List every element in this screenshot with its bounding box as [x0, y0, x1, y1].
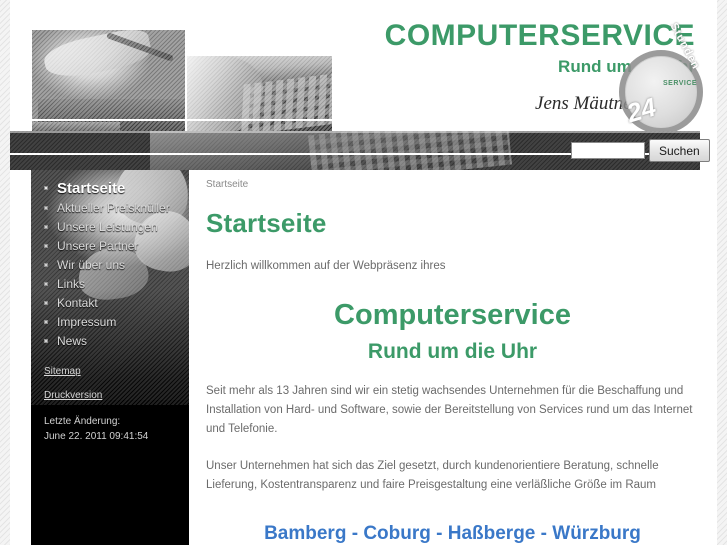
sidebar-item-label[interactable]: Unsere Partner	[31, 237, 189, 256]
bullet-icon	[44, 244, 48, 248]
sidebar-item-label[interactable]: Unsere Leistungen	[31, 218, 189, 237]
brand-tagline: Rund um die Uhr	[558, 57, 695, 76]
bullet-icon	[44, 263, 48, 267]
bullet-icon	[44, 301, 48, 305]
paragraph-company-history: Seit mehr als 13 Jahren sind wir ein ste…	[206, 385, 693, 436]
sidebar-item-wir-ueber-uns[interactable]: Wir über uns	[31, 256, 189, 275]
header-photo-strip	[32, 122, 120, 131]
main-navigation: Startseite Aktueller Preisknüller Unsere…	[31, 170, 189, 351]
last-changed-block: Letzte Änderung: June 22. 2011 09:41:54	[31, 414, 189, 444]
sidebar-utility-links: Sitemap Druckversion	[31, 366, 189, 401]
sidebar-item-label[interactable]: Kontakt	[31, 294, 189, 313]
sidebar-item-label[interactable]: Aktueller Preisknüller	[31, 199, 189, 218]
sidebar-item-label[interactable]: Wir über uns	[31, 256, 189, 275]
breadcrumb: Startseite	[206, 179, 249, 190]
sidebar-item-kontakt[interactable]: Kontakt	[31, 294, 189, 313]
bullet-icon	[44, 282, 48, 286]
intro-text: Herzlich willkommen auf der Webpräsenz i…	[206, 260, 446, 272]
page-container: COMPUTERSERVICE Rund um die Uhr Jens Mäu…	[10, 0, 717, 545]
site-header: COMPUTERSERVICE Rund um die Uhr Jens Mäu…	[10, 0, 717, 131]
header-divider-horizontal-2	[186, 54, 334, 56]
sidebar-item-links[interactable]: Links	[31, 275, 189, 294]
paragraph-company-goal: Unser Unternehmen hat sich das Ziel gese…	[206, 460, 659, 492]
bullet-icon	[44, 320, 48, 324]
bullet-icon	[44, 225, 48, 229]
sidebar-item-news[interactable]: News	[31, 332, 189, 351]
sidebar-item-impressum[interactable]: Impressum	[31, 313, 189, 332]
main-content: Startseite Startseite Herzlich willkomme…	[199, 170, 717, 545]
search-bar-top-rule	[10, 131, 700, 133]
bullet-icon	[44, 186, 48, 190]
search-button[interactable]: Suchen	[649, 139, 710, 162]
search-input[interactable]	[571, 142, 645, 159]
header-divider-horizontal	[32, 119, 334, 121]
sidebar: Startseite Aktueller Preisknüller Unsere…	[31, 170, 189, 545]
owner-name: Jens Mäutner	[535, 93, 639, 114]
brand-wordmark: COMPUTERSERVICE Rund um die Uhr Jens Mäu…	[384, 19, 695, 114]
service-regions: Bamberg - Coburg - Haßberge - Würzburg	[264, 523, 641, 545]
sidebar-item-label[interactable]: News	[31, 332, 189, 351]
bullet-icon	[44, 339, 48, 343]
headline-rund-um-die-uhr: Rund um die Uhr	[367, 340, 538, 364]
bullet-icon	[44, 206, 48, 210]
sidebar-item-label[interactable]: Impressum	[31, 313, 189, 332]
brand-name: COMPUTERSERVICE	[384, 19, 695, 52]
page-title: Startseite	[206, 208, 327, 238]
sidebar-item-startseite[interactable]: Startseite	[31, 178, 189, 199]
header-photo-hand-mouse	[32, 30, 185, 131]
header-divider-vertical	[185, 30, 187, 131]
druckversion-link[interactable]: Druckversion	[44, 390, 189, 401]
header-divider-vertical-2	[332, 56, 334, 131]
sidebar-item-unsere-leistungen[interactable]: Unsere Leistungen	[31, 218, 189, 237]
sidebar-item-label[interactable]: Links	[31, 275, 189, 294]
sidebar-item-unsere-partner[interactable]: Unsere Partner	[31, 237, 189, 256]
last-changed-label: Letzte Änderung:	[44, 416, 121, 427]
last-changed-value: June 22. 2011 09:41:54	[44, 431, 149, 442]
sidebar-item-label[interactable]: Startseite	[31, 178, 189, 199]
sitemap-link[interactable]: Sitemap	[44, 366, 189, 377]
headline-computerservice: Computerservice	[334, 299, 571, 331]
sidebar-item-aktueller-preisknueller[interactable]: Aktueller Preisknüller	[31, 199, 189, 218]
